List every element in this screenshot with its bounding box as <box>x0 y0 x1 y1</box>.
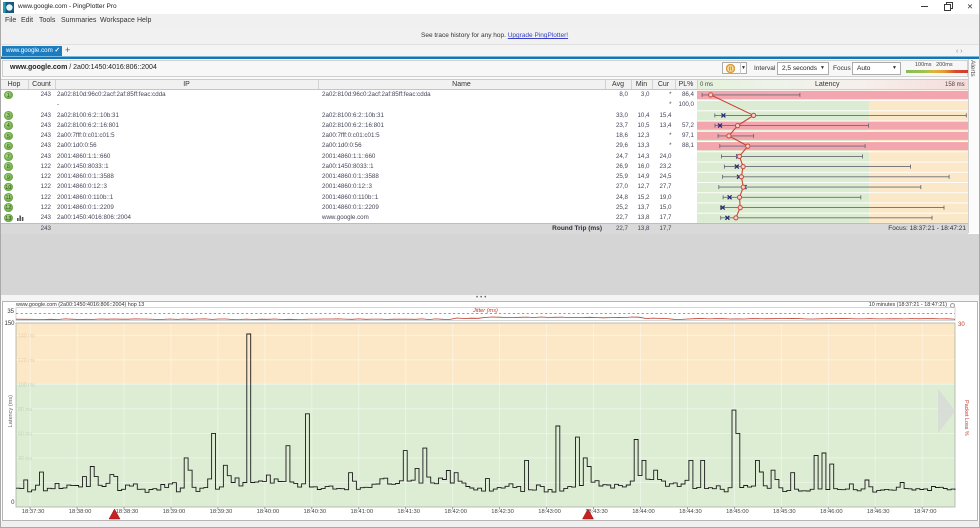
svg-text:120 ms: 120 ms <box>18 358 35 364</box>
svg-text:18:44:00: 18:44:00 <box>632 509 655 515</box>
svg-text:18:42:00: 18:42:00 <box>444 509 467 515</box>
svg-text:18:37:30: 18:37:30 <box>22 509 45 515</box>
svg-text:18:46:30: 18:46:30 <box>867 509 890 515</box>
svg-text:18:40:00: 18:40:00 <box>257 509 280 515</box>
svg-text:18:41:00: 18:41:00 <box>351 509 374 515</box>
svg-text:18:39:30: 18:39:30 <box>210 509 233 515</box>
svg-text:18:38:30: 18:38:30 <box>116 509 139 515</box>
svg-text:18:45:00: 18:45:00 <box>726 509 749 515</box>
svg-text:18:40:30: 18:40:30 <box>304 509 327 515</box>
svg-text:100 ms: 100 ms <box>18 383 35 389</box>
svg-text:18:41:30: 18:41:30 <box>397 509 420 515</box>
svg-text:18:46:00: 18:46:00 <box>820 509 843 515</box>
svg-text:140 ms: 140 ms <box>18 334 35 340</box>
svg-text:18:47:00: 18:47:00 <box>914 509 937 515</box>
svg-text:18:42:30: 18:42:30 <box>491 509 514 515</box>
svg-text:18:45:30: 18:45:30 <box>773 509 796 515</box>
svg-text:18:39:00: 18:39:00 <box>163 509 186 515</box>
svg-text:18:44:30: 18:44:30 <box>679 509 702 515</box>
svg-text:18:38:00: 18:38:00 <box>69 509 92 515</box>
svg-text:18:43:00: 18:43:00 <box>538 509 561 515</box>
